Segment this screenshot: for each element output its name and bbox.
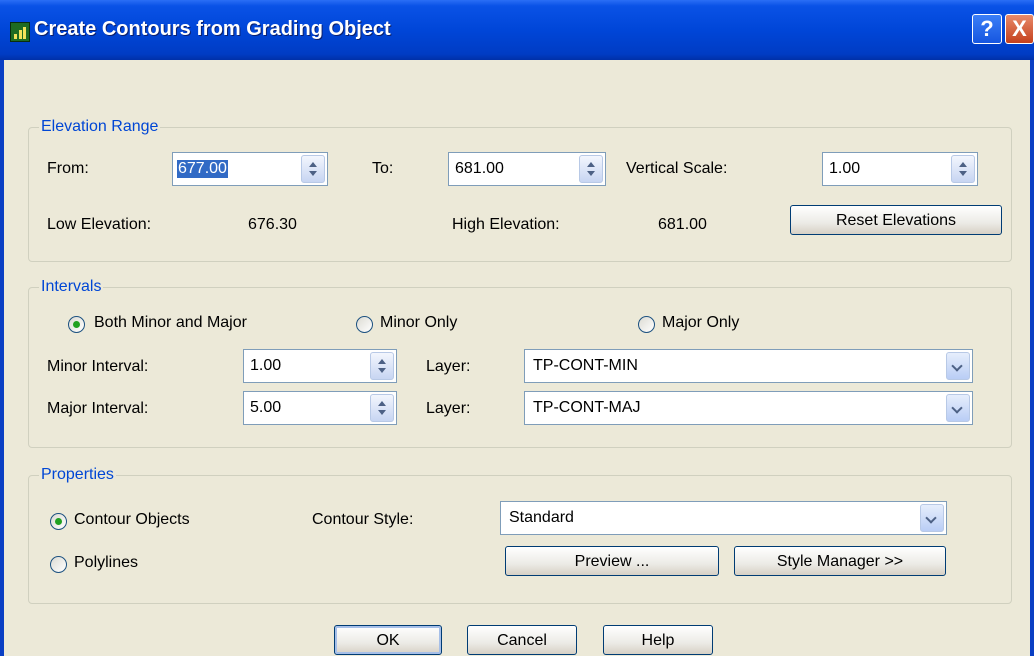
minor-layer-select[interactable]: TP-CONT-MIN (524, 349, 973, 383)
to-spinner[interactable] (579, 155, 603, 183)
radio-polylines-label: Polylines (74, 554, 139, 571)
radio-major-only-label: Major Only (662, 314, 740, 331)
major-layer-value: TP-CONT-MAJ (533, 399, 641, 416)
contour-style-select[interactable]: Standard (500, 501, 947, 535)
high-elevation-value: 681.00 (658, 216, 707, 233)
radio-contour-objects-label: Contour Objects (74, 511, 190, 528)
radio-polylines[interactable] (50, 556, 67, 573)
window-title: Create Contours from Grading Object (34, 18, 391, 40)
radio-minor-only[interactable] (356, 316, 373, 333)
vertical-scale-input[interactable]: 1.00 (822, 152, 978, 186)
major-layer-label: Layer: (426, 400, 471, 417)
cancel-button[interactable]: Cancel (467, 625, 577, 655)
low-elevation-value: 676.30 (248, 216, 297, 233)
minor-layer-label: Layer: (426, 358, 471, 375)
contour-style-value: Standard (509, 509, 574, 526)
to-input[interactable]: 681.00 (448, 152, 606, 186)
major-layer-select[interactable]: TP-CONT-MAJ (524, 391, 973, 425)
to-value: 681.00 (455, 160, 504, 177)
properties-group: Properties (28, 466, 1012, 604)
help-icon[interactable]: ? (972, 14, 1002, 44)
vertical-scale-value: 1.00 (829, 160, 861, 177)
minor-layer-value: TP-CONT-MIN (533, 357, 638, 374)
radio-major-only[interactable] (638, 316, 655, 333)
minor-interval-value: 1.00 (250, 357, 282, 374)
intervals-legend: Intervals (41, 278, 102, 295)
help-button[interactable]: Help (603, 625, 713, 655)
chevron-down-icon[interactable] (946, 394, 970, 422)
ok-button[interactable]: OK (334, 625, 442, 655)
radio-contour-objects[interactable] (50, 513, 67, 530)
elevation-range-group: Elevation Range (28, 118, 1012, 262)
major-interval-label: Major Interval: (47, 400, 149, 417)
vertical-scale-label: Vertical Scale: (626, 160, 728, 177)
high-elevation-label: High Elevation: (452, 216, 560, 233)
radio-both-minor-major[interactable] (68, 316, 85, 333)
radio-minor-only-label: Minor Only (380, 314, 458, 331)
major-interval-input[interactable]: 5.00 (243, 391, 397, 425)
to-label: To: (372, 160, 394, 177)
preview-button[interactable]: Preview ... (505, 546, 719, 576)
low-elevation-label: Low Elevation: (47, 216, 152, 233)
elevation-range-legend: Elevation Range (41, 118, 159, 135)
reset-elevations-button[interactable]: Reset Elevations (790, 205, 1002, 235)
from-value: 677.00 (177, 160, 228, 178)
style-manager-button[interactable]: Style Manager >> (734, 546, 946, 576)
app-icon (10, 22, 30, 42)
minor-interval-input[interactable]: 1.00 (243, 349, 397, 383)
from-spinner[interactable] (301, 155, 325, 183)
radio-both-minor-major-label: Both Minor and Major (94, 314, 247, 331)
contour-style-label: Contour Style: (312, 511, 414, 528)
chevron-down-icon[interactable] (946, 352, 970, 380)
minor-interval-spinner[interactable] (370, 352, 394, 380)
minor-interval-label: Minor Interval: (47, 358, 149, 375)
from-input[interactable]: 677.00 (172, 152, 328, 186)
major-interval-spinner[interactable] (370, 394, 394, 422)
close-icon[interactable]: X (1005, 14, 1034, 44)
vertical-scale-spinner[interactable] (951, 155, 975, 183)
title-bar[interactable]: Create Contours from Grading Object ? X (0, 0, 1034, 60)
chevron-down-icon[interactable] (920, 504, 944, 532)
properties-legend: Properties (41, 466, 114, 483)
from-label: From: (47, 160, 89, 177)
major-interval-value: 5.00 (250, 399, 282, 416)
